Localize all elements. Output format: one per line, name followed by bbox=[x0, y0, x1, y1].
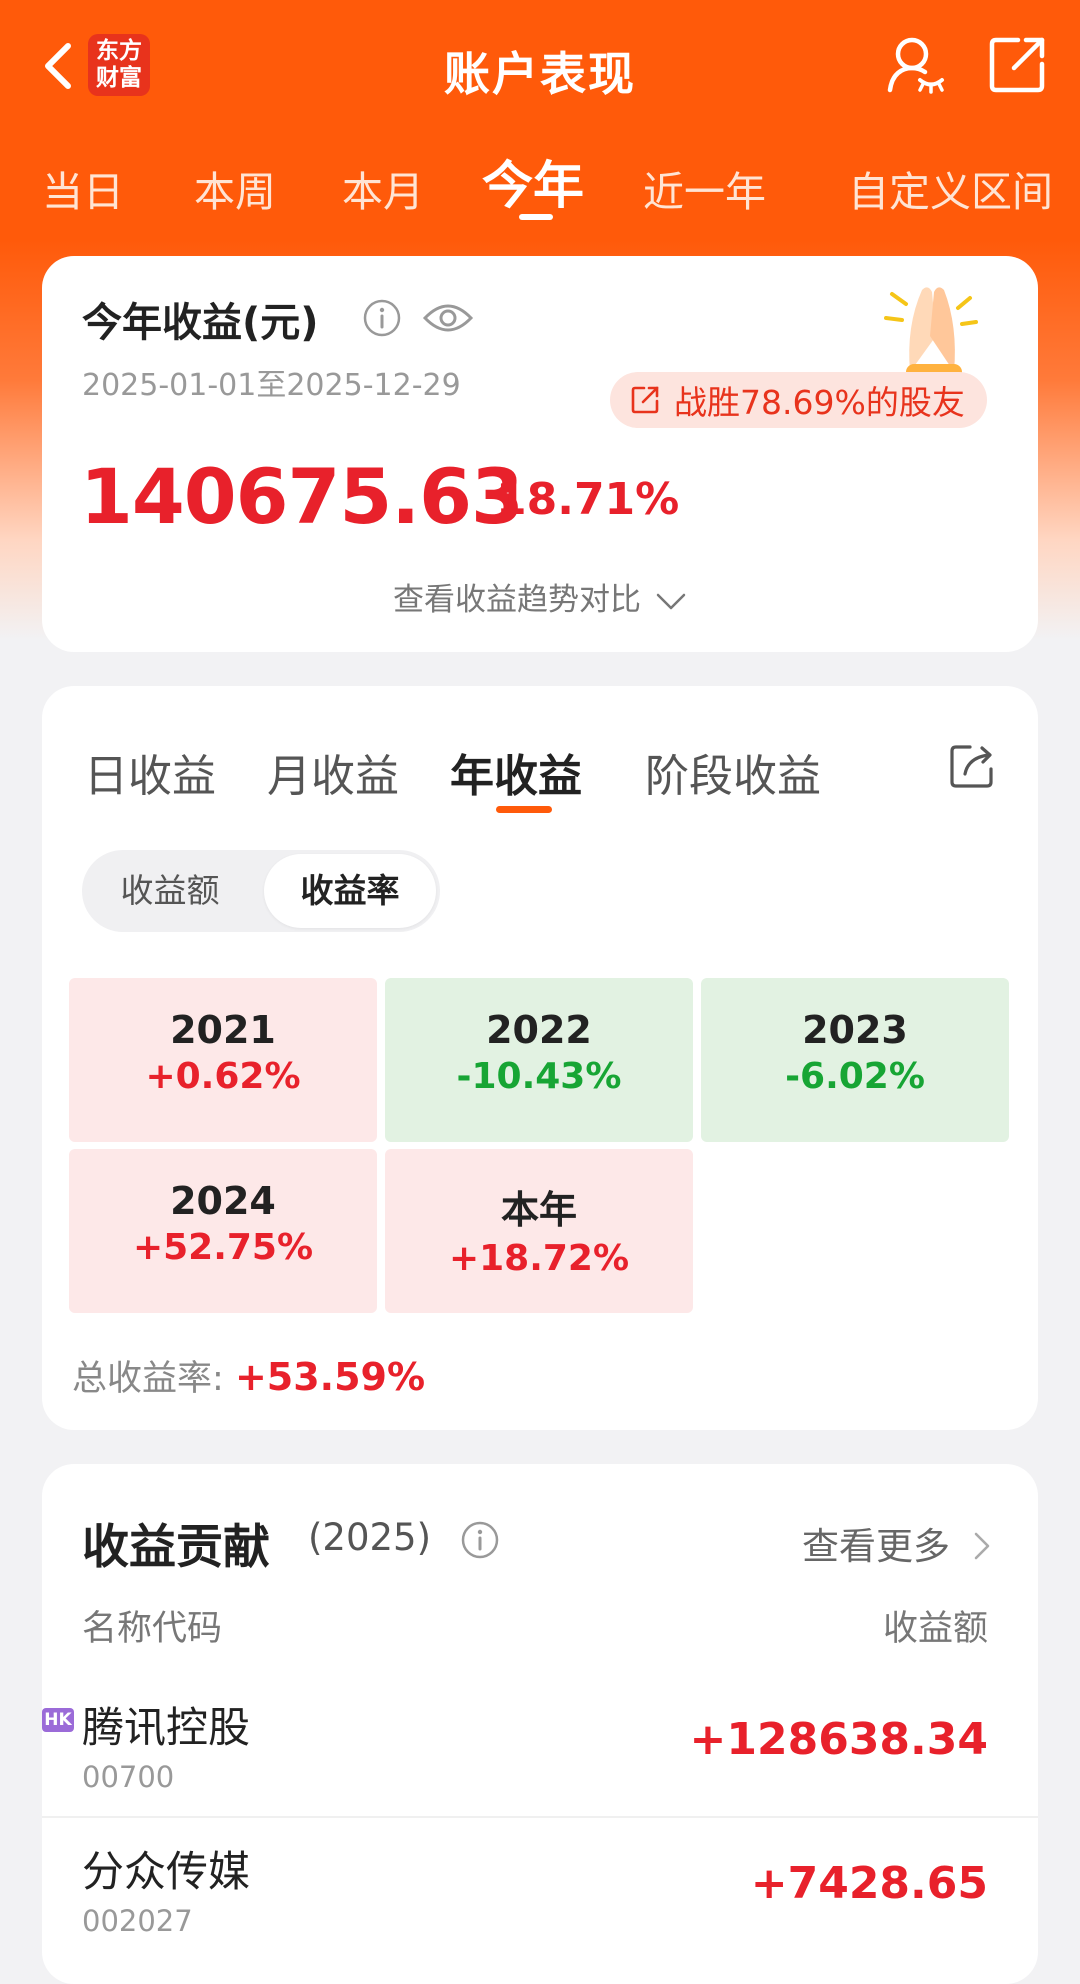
profit-rate: 18.71% bbox=[496, 474, 680, 525]
share-small-icon bbox=[631, 386, 659, 414]
clapping-hands-icon bbox=[884, 287, 978, 384]
profit-amount: 140675.63 bbox=[80, 452, 524, 541]
stock-name: 腾讯控股 bbox=[82, 1703, 251, 1752]
info-icon[interactable] bbox=[460, 1520, 500, 1560]
tab-daily-returns[interactable]: 日收益 bbox=[84, 740, 216, 804]
cell-year: 2024 bbox=[170, 1179, 276, 1223]
contribution-year: (2025) bbox=[308, 1516, 432, 1559]
total-label: 总收益率: bbox=[72, 1359, 224, 1399]
cell-year: 2023 bbox=[802, 1008, 908, 1052]
stock-profit: +7428.65 bbox=[750, 1858, 988, 1909]
toggle-rate[interactable]: 收益率 bbox=[264, 854, 436, 928]
beat-text: 战胜78.69%的股友 bbox=[674, 383, 965, 422]
cell-year: 2022 bbox=[486, 1008, 592, 1052]
stock-profit: +128638.34 bbox=[689, 1714, 988, 1765]
year-cell-2022[interactable]: 2022 -10.43% bbox=[385, 978, 693, 1142]
view-trend-link[interactable]: 查看收益趋势对比 bbox=[42, 574, 1038, 619]
cell-value: -10.43% bbox=[456, 1056, 622, 1097]
cell-year: 2021 bbox=[170, 1008, 276, 1052]
contribution-title: 收益贡献 bbox=[82, 1520, 270, 1575]
year-cell-current[interactable]: 本年 +18.72% bbox=[385, 1149, 693, 1313]
tab-last-year[interactable]: 近一年 bbox=[643, 158, 766, 218]
year-cell-2021[interactable]: 2021 +0.62% bbox=[69, 978, 377, 1142]
chevron-down-icon bbox=[656, 593, 686, 609]
trend-link-label: 查看收益趋势对比 bbox=[393, 582, 641, 618]
total-value: +53.59% bbox=[234, 1355, 426, 1399]
user-privacy-icon[interactable] bbox=[886, 34, 946, 96]
stock-row[interactable]: HK 腾讯控股 00700 +128638.34 bbox=[42, 1672, 1038, 1818]
tab-yearly-returns[interactable]: 年收益 bbox=[450, 740, 582, 804]
view-more-label: 查看更多 bbox=[802, 1525, 950, 1568]
returns-tab-indicator bbox=[496, 806, 552, 813]
profit-title: 今年收益(元) bbox=[82, 300, 319, 346]
share-icon[interactable] bbox=[988, 34, 1048, 94]
returns-card: 日收益 月收益 年收益 阶段收益 收益额 收益率 2021 +0.62% 202… bbox=[42, 686, 1038, 1430]
cell-value: +0.62% bbox=[145, 1056, 301, 1097]
hk-market-badge: HK bbox=[42, 1708, 74, 1732]
period-tabs: 当日 本周 本月 今年 近一年 自定义区间 bbox=[0, 140, 1080, 230]
beat-percentage-badge[interactable]: 战胜78.69%的股友 bbox=[610, 372, 987, 428]
header: 东方 财富 账户表现 bbox=[0, 0, 1080, 130]
stock-code: 00700 bbox=[82, 1760, 175, 1794]
info-icon[interactable] bbox=[362, 298, 402, 338]
stock-code: 002027 bbox=[82, 1904, 193, 1938]
cell-value: -6.02% bbox=[785, 1056, 925, 1097]
view-more-link[interactable]: 查看更多 bbox=[802, 1516, 992, 1570]
stock-row[interactable]: 分众传媒 002027 +7428.65 bbox=[42, 1816, 1038, 1960]
eye-icon[interactable] bbox=[422, 298, 474, 338]
year-cell-2024[interactable]: 2024 +52.75% bbox=[69, 1149, 377, 1313]
total-return-rate: 总收益率: +53.59% bbox=[72, 1350, 425, 1401]
stock-name: 分众传媒 bbox=[82, 1847, 251, 1896]
date-range: 2025-01-01至2025-12-29 bbox=[82, 368, 461, 403]
column-name-code: 名称代码 bbox=[82, 1609, 223, 1649]
column-amount: 收益额 bbox=[882, 1609, 988, 1649]
tab-monthly-returns[interactable]: 月收益 bbox=[267, 740, 399, 804]
active-tab-indicator bbox=[519, 214, 553, 220]
cell-value: +18.72% bbox=[448, 1238, 630, 1279]
share-icon[interactable] bbox=[948, 742, 996, 790]
amount-rate-toggle: 收益额 收益率 bbox=[82, 850, 440, 932]
yearly-profit-card: 今年收益(元) 2025-01-01至2025-12-29 战胜78.69%的股… bbox=[42, 256, 1038, 652]
tab-today[interactable]: 当日 bbox=[42, 158, 124, 218]
tab-this-year[interactable]: 今年 bbox=[482, 144, 584, 218]
chevron-right-icon bbox=[974, 1532, 990, 1560]
tab-period-returns[interactable]: 阶段收益 bbox=[645, 740, 821, 804]
toggle-amount[interactable]: 收益额 bbox=[86, 854, 254, 928]
year-cell-2023[interactable]: 2023 -6.02% bbox=[701, 978, 1009, 1142]
tab-custom-range[interactable]: 自定义区间 bbox=[848, 158, 1053, 218]
tab-this-month[interactable]: 本月 bbox=[342, 158, 424, 218]
contribution-card: 收益贡献 (2025) 查看更多 名称代码 收益额 HK 腾讯控股 00700 … bbox=[42, 1464, 1038, 1984]
tab-this-week[interactable]: 本周 bbox=[194, 158, 276, 218]
cell-value: +52.75% bbox=[132, 1227, 314, 1268]
cell-year: 本年 bbox=[500, 1188, 577, 1232]
